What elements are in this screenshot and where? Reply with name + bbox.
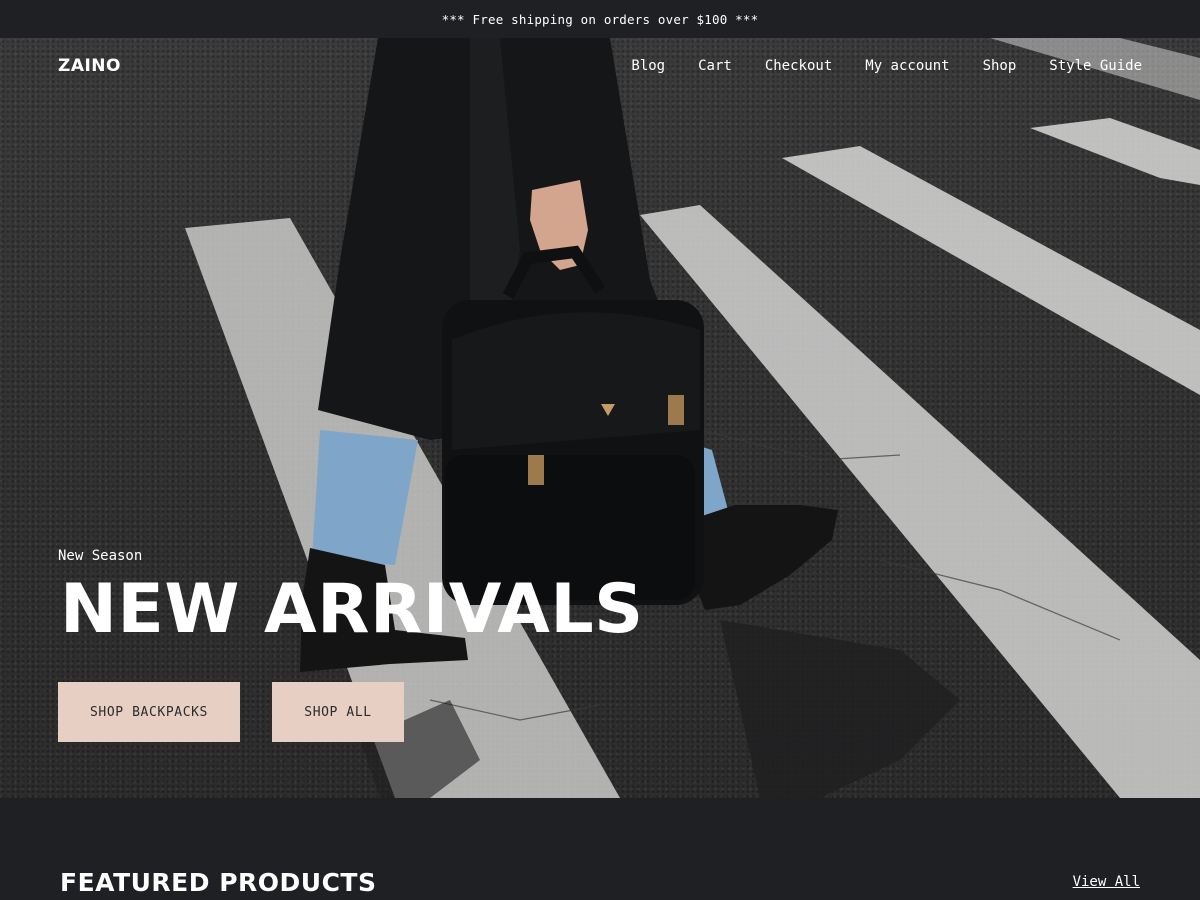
view-all-link[interactable]: View All xyxy=(1073,874,1140,890)
nav-link-cart[interactable]: Cart xyxy=(698,58,732,74)
hero-cta-row: SHOP BACKPACKS SHOP ALL xyxy=(58,682,644,742)
hero-content: New Season NEW ARRIVALS SHOP BACKPACKS S… xyxy=(58,548,644,742)
site-header: ZAINO Blog Cart Checkout My account Shop… xyxy=(0,38,1200,93)
shop-all-button[interactable]: SHOP ALL xyxy=(272,682,404,742)
hero-eyebrow: New Season xyxy=(58,548,143,564)
hero-headline: NEW ARRIVALS xyxy=(60,570,644,649)
announcement-text: *** Free shipping on orders over $100 **… xyxy=(441,11,759,27)
nav-link-style-guide[interactable]: Style Guide xyxy=(1049,58,1142,74)
nav-link-checkout[interactable]: Checkout xyxy=(765,58,832,74)
nav-link-shop[interactable]: Shop xyxy=(983,58,1017,74)
nav-link-my-account[interactable]: My account xyxy=(865,58,949,74)
nav-link-blog[interactable]: Blog xyxy=(631,58,665,74)
site-logo[interactable]: ZAINO xyxy=(58,56,121,76)
featured-products-section: FEATURED PRODUCTS View All xyxy=(0,798,1200,900)
featured-products-title: FEATURED PRODUCTS xyxy=(60,868,377,897)
main-nav: Blog Cart Checkout My account Shop Style… xyxy=(598,58,1142,74)
announcement-bar: *** Free shipping on orders over $100 **… xyxy=(0,0,1200,38)
shop-backpacks-button[interactable]: SHOP BACKPACKS xyxy=(58,682,240,742)
